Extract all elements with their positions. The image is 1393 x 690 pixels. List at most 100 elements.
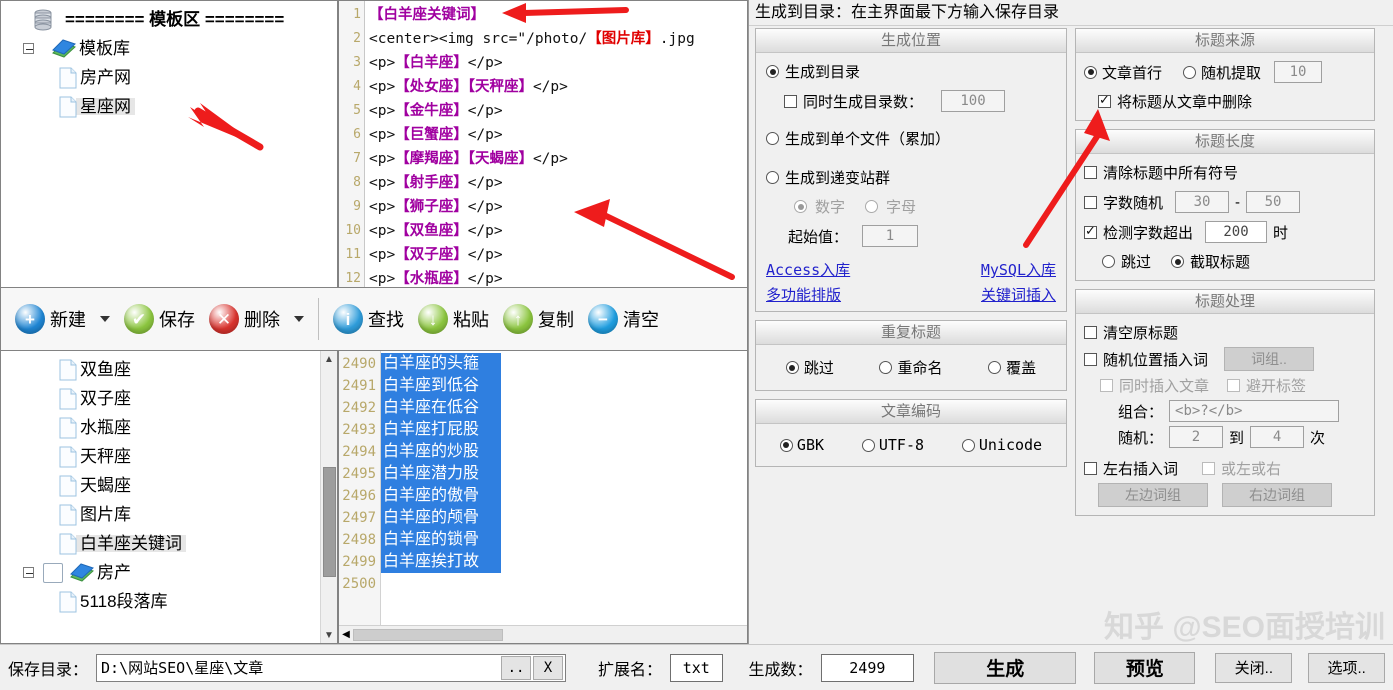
close-button[interactable]: 关闭.. <box>1215 652 1293 683</box>
toolbar-button-新建[interactable]: + 新建 <box>9 300 92 338</box>
tree-item[interactable]: 模板库 <box>1 34 337 63</box>
scroll-down-icon[interactable]: ▼ <box>322 627 337 643</box>
checkbox-random-count[interactable] <box>1084 195 1097 209</box>
tree-item[interactable]: 星座网 <box>1 92 337 121</box>
options-button[interactable]: 选项.. <box>1308 652 1386 683</box>
checkbox-clear-symbols[interactable] <box>1084 166 1097 179</box>
library-item-checkbox[interactable] <box>43 562 63 583</box>
input-random-max[interactable]: 50 <box>1246 191 1301 213</box>
article-encoding-radio[interactable] <box>779 438 793 452</box>
editor-line[interactable]: <p>【双鱼座】</p> <box>369 219 747 243</box>
library-tree-item[interactable]: 双子座 <box>1 384 320 413</box>
keyword-row[interactable]: 白羊座的炒股 <box>381 441 501 463</box>
library-tree-item[interactable]: 天秤座 <box>1 442 320 471</box>
main-toolbar[interactable]: + 新建 ✔ 保存 ✕ 删除 i 查找 ↓ 粘贴 ↑ 复制 − 清空 <box>0 288 748 350</box>
template-tree[interactable]: ======== 模板区 ======== 模板库 房产网 星座网 <box>0 0 338 288</box>
checkbox-detect-count[interactable] <box>1084 223 1097 239</box>
clear-symbols-row[interactable]: 清除标题中所有符号 <box>1084 162 1366 183</box>
editor-line[interactable]: <p>【巨蟹座】</p> <box>369 123 747 147</box>
editor-line[interactable]: <center><img src="/photo/【图片库】.jpg <box>369 27 747 51</box>
link-access-import[interactable]: Access入库 <box>766 259 850 280</box>
browse-button[interactable]: .. <box>501 655 532 680</box>
checkbox-remove-title[interactable] <box>1098 92 1111 108</box>
option-generate-single-file[interactable]: 生成到单个文件（累加） <box>766 128 1056 149</box>
save-dir-value[interactable]: D:\网站SEO\星座\文章 <box>101 657 501 678</box>
radio-truncate-title[interactable] <box>1171 255 1185 268</box>
keyword-row[interactable]: 白羊座在低谷 <box>381 397 501 419</box>
toolbar-dropdown-arrow-icon[interactable] <box>294 316 304 322</box>
duplicate-title-radio[interactable] <box>785 361 799 374</box>
toolbar-button-删除[interactable]: ✕ 删除 <box>203 300 286 338</box>
editor-line[interactable]: <p>【水瓶座】</p> <box>369 267 747 287</box>
keyword-row[interactable]: 白羊座挨打故 <box>381 551 501 573</box>
keyword-rows[interactable]: 白羊座的头箍 白羊座到低谷 白羊座在低谷 白羊座打屁股 白羊座的炒股 白羊座潜力股 白羊座的… <box>381 351 747 625</box>
tree-expander[interactable] <box>19 567 37 578</box>
library-tree[interactable]: 双鱼座 双子座 水瓶座 天秤座 天蝎座 图片库 白羊座关键词 房产 5118段落库 ▲ ▼ <box>0 350 338 644</box>
toolbar-button-复制[interactable]: ↑ 复制 <box>497 300 580 338</box>
scroll-thumb[interactable] <box>322 467 336 577</box>
editor-line[interactable]: 【白羊座关键词】 <box>369 3 747 27</box>
library-tree-item[interactable]: 天蝎座 <box>1 471 320 500</box>
toolbar-button-粘贴[interactable]: ↓ 粘贴 <box>412 300 495 338</box>
scroll-up-icon[interactable]: ▲ <box>322 351 337 367</box>
generate-button[interactable]: 生成 <box>934 651 1077 684</box>
template-code-editor[interactable]: 1 2 3 4 5 6 7 8 9 10 11 12 【白羊座关键词】 <center><img src… <box>338 0 748 288</box>
library-tree-item[interactable]: 双鱼座 <box>1 355 320 384</box>
input-start-value[interactable]: 1 <box>862 225 919 247</box>
keyword-row[interactable]: 白羊座的颅骨 <box>381 507 501 529</box>
checkbox-avoid-tags[interactable] <box>1227 379 1241 392</box>
checkbox-dir-count[interactable] <box>784 94 797 108</box>
keyword-list-hscrollbar[interactable]: ◀ <box>339 625 747 643</box>
keyword-list[interactable]: 2490 2491 2492 2493 2494 2495 2496 2497 2498 2499… <box>338 350 748 644</box>
editor-line[interactable]: <p>【射手座】</p> <box>369 171 747 195</box>
preview-button[interactable]: 预览 <box>1094 651 1196 684</box>
editor-code-area[interactable]: 【白羊座关键词】 <center><img src="/photo/【图片库】.j… <box>365 1 747 287</box>
hscroll-thumb[interactable] <box>353 628 503 641</box>
option-generate-to-dir[interactable]: 生成到目录 <box>766 61 1056 82</box>
input-random-min[interactable]: 30 <box>1175 191 1230 213</box>
checkbox-insert-into-article[interactable] <box>1100 379 1113 392</box>
library-tree-item[interactable]: 图片库 <box>1 500 320 529</box>
radio-type-number[interactable] <box>794 200 807 213</box>
library-tree-scrollbar[interactable]: ▲ ▼ <box>320 351 337 643</box>
library-tree-item[interactable]: 水瓶座 <box>1 413 320 442</box>
editor-line[interactable]: <p>【金牛座】</p> <box>369 99 747 123</box>
toolbar-dropdown-arrow-icon[interactable] <box>100 316 110 322</box>
progressive-type-row[interactable]: 数字 字母 <box>766 196 1056 217</box>
keyword-row[interactable]: 白羊座打屁股 <box>381 419 501 441</box>
random-count-row[interactable]: 字数随机 30 - 50 <box>1084 191 1366 213</box>
radio-random-extract[interactable] <box>1183 65 1197 79</box>
checkbox-or-left-or-right[interactable] <box>1202 462 1216 475</box>
editor-line[interactable]: <p>【白羊座】</p> <box>369 51 747 75</box>
tree-expander[interactable] <box>19 43 37 54</box>
checkbox-clear-original-title[interactable] <box>1084 326 1097 339</box>
input-random-extract[interactable]: 10 <box>1274 61 1323 83</box>
checkbox-lr-insert-word[interactable] <box>1084 462 1097 475</box>
extension-input[interactable]: txt <box>670 653 723 682</box>
library-tree-item[interactable]: 房产 <box>1 558 320 587</box>
start-value-row[interactable]: 起始值： 1 <box>766 225 1056 247</box>
keyword-row[interactable]: 白羊座的傲骨 <box>381 485 501 507</box>
option-generate-progressive[interactable]: 生成到递变站群 <box>766 167 1056 188</box>
keyword-row[interactable]: 白羊座的头箍 <box>381 353 501 375</box>
detect-count-row[interactable]: 检测字数超出 200 时 <box>1084 221 1366 243</box>
input-detect-count[interactable]: 200 <box>1205 221 1268 243</box>
library-tree-item[interactable]: 白羊座关键词 <box>1 529 320 558</box>
library-tree-item[interactable]: 5118段落库 <box>1 587 320 616</box>
toolbar-button-清空[interactable]: − 清空 <box>582 300 665 338</box>
toolbar-button-查找[interactable]: i 查找 <box>327 300 410 338</box>
keyword-row[interactable]: 白羊座的锁骨 <box>381 529 501 551</box>
tree-item[interactable]: 房产网 <box>1 63 337 92</box>
radio-first-line[interactable] <box>1084 65 1097 79</box>
generate-count-input[interactable]: 2499 <box>820 653 915 682</box>
title-source-row[interactable]: 文章首行 随机提取 10 <box>1084 61 1366 83</box>
toolbar-button-保存[interactable]: ✔ 保存 <box>118 300 201 338</box>
keyword-row[interactable]: 白羊座到低谷 <box>381 375 501 397</box>
clear-path-button[interactable]: X <box>533 655 564 680</box>
radio-generate-to-dir[interactable] <box>766 65 779 78</box>
link-mysql-import[interactable]: MySQL入库 <box>981 259 1056 280</box>
radio-skip-overflow[interactable] <box>1102 255 1115 268</box>
editor-line[interactable]: <p>【狮子座】</p> <box>369 195 747 219</box>
input-dir-count[interactable]: 100 <box>941 90 1006 112</box>
remove-title-row[interactable]: 将标题从文章中删除 <box>1084 91 1366 112</box>
